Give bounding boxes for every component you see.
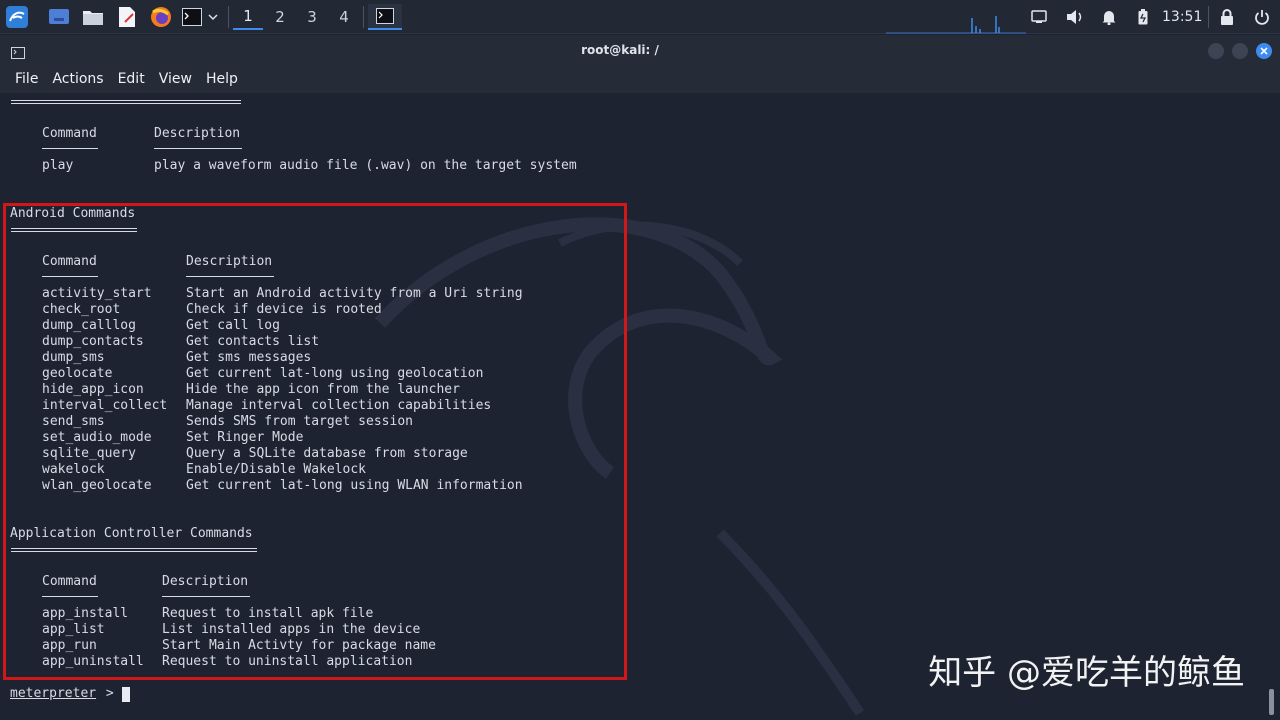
- command-description: play a waveform audio file (.wav) on the…: [154, 158, 577, 173]
- minimize-button[interactable]: [1208, 43, 1224, 59]
- maximize-button[interactable]: [1232, 43, 1248, 59]
- header-underline: [42, 148, 98, 149]
- section-underline: [11, 103, 241, 104]
- firefox-icon[interactable]: [149, 4, 173, 30]
- chevron-down-icon[interactable]: [206, 4, 220, 30]
- battery-icon[interactable]: [1138, 0, 1152, 34]
- window-title: root@kali: /: [581, 43, 659, 57]
- prompt-suffix: >: [98, 686, 114, 701]
- desktop-icon[interactable]: [48, 4, 70, 30]
- column-header-description: Description: [154, 126, 241, 141]
- network-monitor-graph: [886, 12, 1026, 34]
- menu-actions[interactable]: Actions: [45, 71, 110, 87]
- menu-edit[interactable]: Edit: [111, 71, 152, 87]
- workspace-3[interactable]: 3: [297, 4, 327, 30]
- menu-file[interactable]: File: [0, 71, 45, 87]
- display-icon[interactable]: [1031, 0, 1049, 34]
- menu-help[interactable]: Help: [199, 71, 245, 87]
- close-icon: [1260, 47, 1268, 55]
- clock[interactable]: 13:51: [1162, 0, 1202, 34]
- column-header-command: Command: [42, 126, 97, 141]
- files-icon[interactable]: [82, 4, 104, 30]
- editor-icon[interactable]: [116, 4, 138, 30]
- volume-icon[interactable]: [1066, 0, 1086, 34]
- workspace-4[interactable]: 4: [329, 4, 359, 30]
- text-cursor[interactable]: [122, 687, 130, 702]
- window-titlebar[interactable]: root@kali: /: [0, 35, 1280, 65]
- workspace-1[interactable]: 1: [233, 4, 263, 30]
- lock-icon[interactable]: [1220, 0, 1236, 34]
- taskbar-terminal-window[interactable]: [368, 4, 402, 30]
- taskbar: 1 2 3 4 13:51: [0, 0, 1280, 34]
- close-button[interactable]: [1256, 43, 1272, 59]
- meterpreter-prompt: meterpreter: [10, 686, 97, 701]
- menubar: File Actions Edit View Help: [0, 65, 1280, 93]
- notification-bell-icon[interactable]: [1102, 0, 1120, 34]
- section-underline: [11, 100, 241, 101]
- terminal-icon[interactable]: [180, 4, 204, 30]
- zhihu-watermark: 知乎 @爱吃羊的鲸鱼: [928, 653, 1245, 693]
- scrollbar[interactable]: [1269, 689, 1274, 715]
- header-underline: [154, 148, 242, 149]
- command-name: play: [42, 158, 74, 173]
- red-highlight-box: [3, 203, 627, 680]
- terminal-output[interactable]: Command Description play play a waveform…: [0, 93, 1280, 720]
- menu-view[interactable]: View: [152, 71, 199, 87]
- power-icon[interactable]: [1254, 0, 1270, 34]
- workspace-2[interactable]: 2: [265, 4, 295, 30]
- kali-menu-icon[interactable]: [4, 4, 30, 30]
